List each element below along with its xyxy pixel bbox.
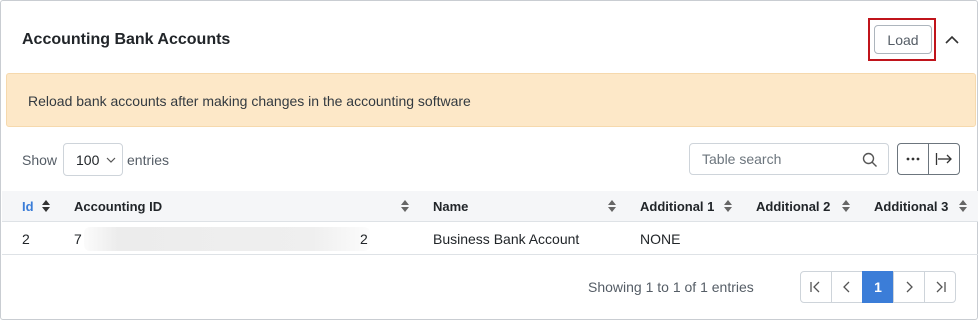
page-length-value: 100: [76, 152, 100, 168]
table-search-input[interactable]: [702, 150, 852, 168]
cell-accounting-id-end: 2: [360, 231, 368, 247]
ellipsis-icon: [906, 157, 920, 161]
chevron-down-icon: [106, 157, 116, 163]
first-page-button[interactable]: [800, 271, 832, 303]
sort-icon[interactable]: [608, 200, 616, 212]
chevron-right-icon: [906, 281, 913, 293]
sort-icon[interactable]: [42, 200, 50, 212]
chevron-left-icon: [843, 281, 850, 293]
table-search: [689, 143, 889, 175]
column-header-accounting-id[interactable]: Accounting ID: [74, 199, 162, 214]
column-header-name[interactable]: Name: [433, 199, 468, 214]
table-actions: [897, 143, 960, 175]
card-title: Accounting Bank Accounts: [22, 31, 231, 48]
alert-text: Reload bank accounts after making change…: [28, 93, 471, 109]
show-label: Show: [22, 152, 58, 168]
table-header: Id Accounting ID Name Additional 1 Addit…: [2, 191, 978, 222]
sort-icon[interactable]: [401, 200, 409, 212]
cell-accounting-id-start: 7: [74, 231, 82, 247]
card-header: Accounting Bank Accounts Load: [1, 1, 977, 73]
next-page-button[interactable]: [893, 271, 925, 303]
cell-additional-1: NONE: [640, 231, 681, 247]
sort-icon[interactable]: [724, 200, 732, 212]
sort-icon[interactable]: [842, 200, 850, 212]
arrow-right-bar-icon: [935, 153, 952, 165]
chevron-up-icon: [945, 35, 959, 44]
load-button-highlight: Load: [868, 18, 936, 61]
load-button[interactable]: Load: [874, 25, 932, 54]
table-row: 2 7 2 Business Bank Account NONE: [2, 223, 978, 255]
last-page-icon: [936, 281, 946, 293]
page-length-select[interactable]: 100: [63, 143, 123, 176]
column-header-id[interactable]: Id: [22, 199, 34, 214]
column-header-additional-3[interactable]: Additional 3: [874, 199, 948, 214]
export-button[interactable]: [928, 143, 960, 175]
redacted-accounting-id: [84, 227, 370, 251]
table-info: Showing 1 to 1 of 1 entries: [588, 279, 754, 295]
column-header-additional-2[interactable]: Additional 2: [756, 199, 830, 214]
entries-label: entries: [127, 152, 170, 168]
collapse-button[interactable]: [941, 29, 963, 51]
first-page-icon: [810, 281, 820, 293]
cell-name: Business Bank Account: [433, 231, 580, 247]
sort-icon[interactable]: [959, 200, 967, 212]
search-icon[interactable]: [862, 152, 878, 168]
page-button[interactable]: 1: [862, 271, 894, 303]
previous-page-button[interactable]: [831, 271, 863, 303]
pagination: 1: [800, 271, 956, 303]
more-button[interactable]: [897, 143, 929, 175]
column-header-additional-1[interactable]: Additional 1: [640, 199, 714, 214]
last-page-button[interactable]: [924, 271, 956, 303]
cell-id: 2: [22, 231, 30, 247]
accounting-bank-accounts-card: Accounting Bank Accounts Load Reload ban…: [0, 0, 978, 320]
info-alert: Reload bank accounts after making change…: [6, 73, 976, 127]
